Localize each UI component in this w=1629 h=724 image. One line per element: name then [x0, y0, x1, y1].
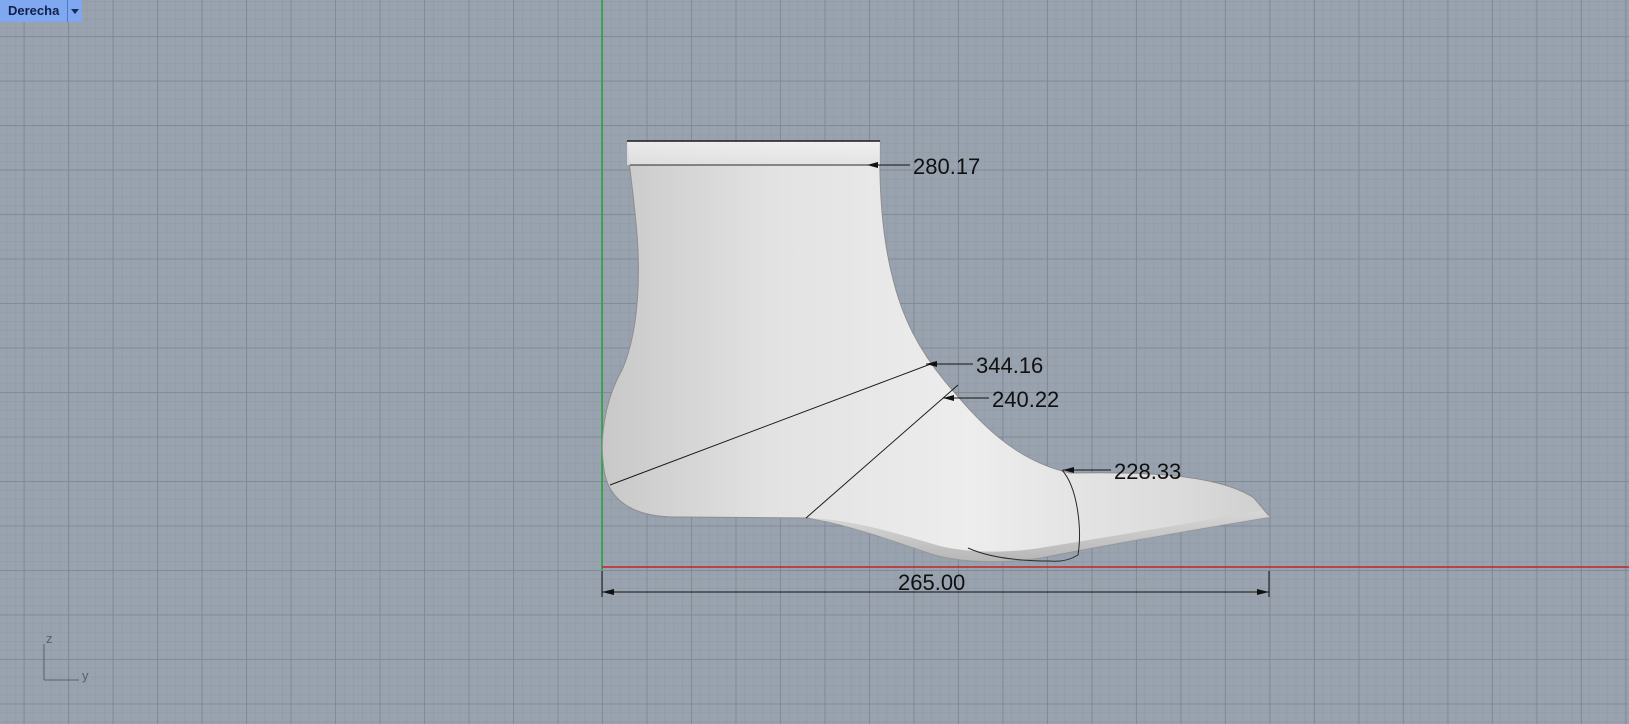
axis-widget: z y	[43, 631, 89, 683]
axis-widget-z-label: z	[46, 631, 53, 646]
dim-top-opening-value[interactable]: 280.17	[913, 154, 980, 179]
boot-body-surface	[601, 140, 1271, 563]
dim-length-value[interactable]: 265.00	[898, 570, 965, 595]
dim-heel-diagonal-value[interactable]: 344.16	[976, 353, 1043, 378]
length-arrow-right	[1257, 589, 1269, 595]
length-arrow-left	[602, 589, 614, 595]
top-rim-surface	[627, 141, 880, 165]
shoe-last-model[interactable]	[601, 140, 1271, 563]
scene-canvas[interactable]: 280.17 344.16 240.22 228.33 265.00 z y	[0, 0, 1629, 724]
dim-instep-value[interactable]: 240.22	[992, 387, 1059, 412]
dim-ball-value[interactable]: 228.33	[1114, 459, 1181, 484]
axis-widget-y-label: y	[82, 668, 89, 683]
viewport-right[interactable]: Derecha 280.17 344.16 240.22 228.33 265.…	[0, 0, 1629, 724]
